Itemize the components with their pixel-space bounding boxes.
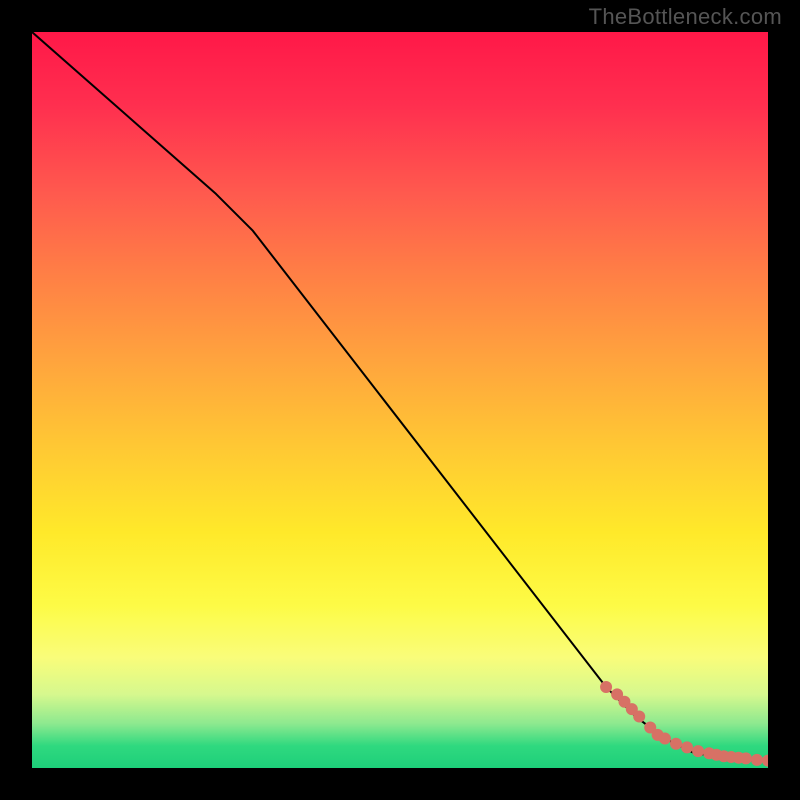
data-marker: [600, 681, 612, 693]
data-marker: [659, 733, 671, 745]
data-marker: [681, 741, 693, 753]
chart-svg: [32, 32, 768, 768]
chart-stage: TheBottleneck.com: [0, 0, 800, 800]
watermark-text: TheBottleneck.com: [589, 4, 782, 30]
data-marker: [751, 754, 763, 766]
data-marker: [762, 755, 768, 767]
data-marker: [740, 752, 752, 764]
data-marker: [670, 738, 682, 750]
plot-area: [32, 32, 768, 768]
data-marker: [633, 710, 645, 722]
curve-path: [32, 32, 768, 761]
curve-line: [32, 32, 768, 761]
marker-dots: [600, 681, 768, 767]
data-marker: [692, 745, 704, 757]
